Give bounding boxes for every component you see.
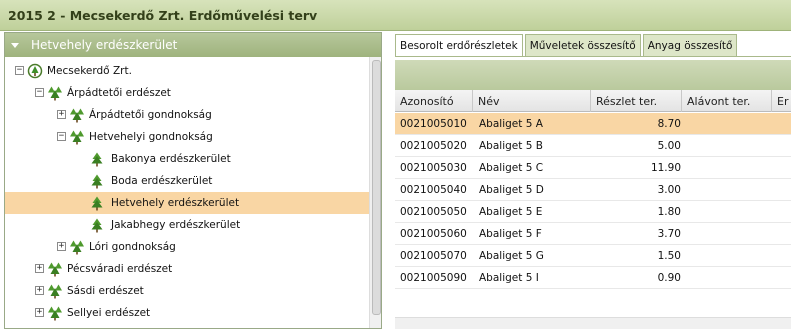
expand-icon[interactable]: + <box>35 264 44 273</box>
tree-node[interactable]: − Árpádtetői erdészet <box>5 82 369 104</box>
cell-reszlet-ter: 3.00 <box>657 183 681 196</box>
tree-node[interactable]: + Sásdi erdészet <box>5 280 369 302</box>
org-tree: − Mecsekerdő Zrt. − Árpádtetői erdészet + Árp… <box>5 57 369 328</box>
grid-horizontal-scrollbar[interactable] <box>395 317 791 329</box>
forestry-icon <box>48 86 62 101</box>
cell-nev: Abaliget 5 E <box>479 205 543 218</box>
column-header[interactable]: Alávont ter. <box>682 90 772 112</box>
tree-node[interactable]: − Mecsekerdő Zrt. <box>5 60 369 82</box>
tab-1[interactable]: Műveletek összesítő <box>524 34 641 56</box>
cell-nev: Abaliget 5 A <box>479 117 543 130</box>
cell-reszlet-ter: 0.90 <box>657 271 681 284</box>
cell-reszlet-ter: 5.00 <box>657 139 681 152</box>
cell-azonosito: 0021005040 <box>400 183 467 196</box>
left-panel-title: Hetvehely erdészkerület <box>31 38 178 52</box>
tree-node[interactable]: Hetvehely erdészkerület <box>5 192 369 214</box>
cell-nev: Abaliget 5 B <box>479 139 543 152</box>
expand-icon[interactable]: + <box>35 308 44 317</box>
tree-node-label: Sellyei erdészet <box>67 307 151 319</box>
tree-node-label: Boda erdészkerület <box>111 175 213 187</box>
cell-reszlet-ter: 3.70 <box>657 227 681 240</box>
tree-icon <box>91 152 103 167</box>
expand-icon[interactable]: + <box>35 286 44 295</box>
tab-strip: Besorolt erdőrészletek Műveletek összesít… <box>395 34 739 56</box>
table-row[interactable]: 0021005070 Abaliget 5 G 1.50 <box>395 245 791 267</box>
tree-node[interactable]: Boda erdészkerület <box>5 170 369 192</box>
cell-azonosito: 0021005060 <box>400 227 467 240</box>
tree-scrollbar[interactable] <box>369 57 381 328</box>
expand-icon[interactable]: + <box>57 110 66 119</box>
cell-azonosito: 0021005020 <box>400 139 467 152</box>
cell-nev: Abaliget 5 F <box>479 227 542 240</box>
tab-0[interactable]: Besorolt erdőrészletek <box>395 34 523 56</box>
collapse-icon[interactable]: − <box>15 66 24 75</box>
grid-toolbar <box>395 60 791 90</box>
left-panel: Hetvehely erdészkerület − Mecsekerdő Zrt.… <box>4 32 382 329</box>
left-panel-header[interactable]: Hetvehely erdészkerület <box>5 33 381 57</box>
tree-node-label: Jakabhegy erdészkerület <box>111 219 241 231</box>
tree-node[interactable]: + Sellyei erdészet <box>5 302 369 324</box>
tab-2[interactable]: Anyag összesítő <box>642 34 738 56</box>
tree-node-label: Árpádtetői gondnokság <box>89 109 212 121</box>
column-header[interactable]: Azonosító <box>395 90 473 112</box>
tree-node-label: Árpádtetői erdészet <box>67 87 171 99</box>
cell-azonosito: 0021005010 <box>400 117 467 130</box>
forestry-icon <box>70 240 84 255</box>
tree-icon <box>91 174 103 189</box>
tree-node[interactable]: − Hetvehelyi gondnokság <box>5 126 369 148</box>
forestry-icon <box>48 306 62 321</box>
cell-nev: Abaliget 5 D <box>479 183 544 196</box>
tree-node-label: Hetvehely erdészkerület <box>111 197 240 209</box>
cell-azonosito: 0021005030 <box>400 161 467 174</box>
cell-reszlet-ter: 11.90 <box>650 161 681 174</box>
table-row[interactable]: 0021005020 Abaliget 5 B 5.00 <box>395 135 791 157</box>
table-row[interactable]: 0021005090 Abaliget 5 I 0.90 <box>395 267 791 289</box>
company-icon <box>27 63 43 79</box>
collapse-icon[interactable]: − <box>35 88 44 97</box>
tree-scrollbar-thumb[interactable] <box>372 60 381 315</box>
table-row[interactable]: 0021005010 Abaliget 5 A 8.70 <box>395 113 791 135</box>
column-header[interactable]: Er <box>772 90 791 112</box>
collapse-icon[interactable]: − <box>57 132 66 141</box>
column-header[interactable]: Részlet ter. <box>591 90 682 112</box>
cell-reszlet-ter: 1.80 <box>657 205 681 218</box>
tree-node-label: Mecsekerdő Zrt. <box>47 65 132 77</box>
tree-node-label: Bakonya erdészkerület <box>111 153 231 165</box>
cell-azonosito: 0021005090 <box>400 271 467 284</box>
forestry-icon <box>48 262 62 277</box>
grid-header: Azonosító Név Részlet ter. Alávont ter. Er <box>395 90 791 112</box>
tree-node[interactable]: + Árpádtetői gondnokság <box>5 104 369 126</box>
table-row[interactable]: 0021005040 Abaliget 5 D 3.00 <box>395 179 791 201</box>
tree-node[interactable]: Jakabhegy erdészkerület <box>5 214 369 236</box>
tree-node[interactable]: Bakonya erdészkerület <box>5 148 369 170</box>
tree-node[interactable]: + Pécsváradi erdészet <box>5 258 369 280</box>
cell-azonosito: 0021005070 <box>400 249 467 262</box>
tree-icon <box>91 196 103 211</box>
tree-icon <box>91 218 103 233</box>
column-header[interactable]: Név <box>473 90 591 112</box>
table-row[interactable]: 0021005060 Abaliget 5 F 3.70 <box>395 223 791 245</box>
cell-nev: Abaliget 5 I <box>479 271 539 284</box>
tree-node-label: Sásdi erdészet <box>67 285 144 297</box>
table-row[interactable]: 0021005050 Abaliget 5 E 1.80 <box>395 201 791 223</box>
tab-divider <box>395 56 791 57</box>
tree-node[interactable]: + Lóri gondnokság <box>5 236 369 258</box>
tree-node-label: Hetvehelyi gondnokság <box>89 131 213 143</box>
expand-icon[interactable]: + <box>57 242 66 251</box>
table-row[interactable]: 0021005030 Abaliget 5 C 11.90 <box>395 157 791 179</box>
window-title-bar: 2015 2 - Mecsekerdő Zrt. Erdőművelési te… <box>0 0 791 31</box>
cell-nev: Abaliget 5 C <box>479 161 544 174</box>
window-title: 2015 2 - Mecsekerdő Zrt. Erdőművelési te… <box>8 7 318 23</box>
forestry-icon <box>70 108 84 123</box>
forestry-icon <box>48 284 62 299</box>
cell-reszlet-ter: 1.50 <box>657 249 681 262</box>
forestry-icon <box>70 130 84 145</box>
cell-reszlet-ter: 8.70 <box>657 117 681 130</box>
right-panel: Besorolt erdőrészletek Műveletek összesít… <box>395 32 791 329</box>
tree-node-label: Pécsváradi erdészet <box>67 263 173 275</box>
collapse-arrow-icon[interactable] <box>11 42 19 48</box>
tree-node-label: Lóri gondnokság <box>89 241 176 253</box>
cell-azonosito: 0021005050 <box>400 205 467 218</box>
cell-nev: Abaliget 5 G <box>479 249 544 262</box>
